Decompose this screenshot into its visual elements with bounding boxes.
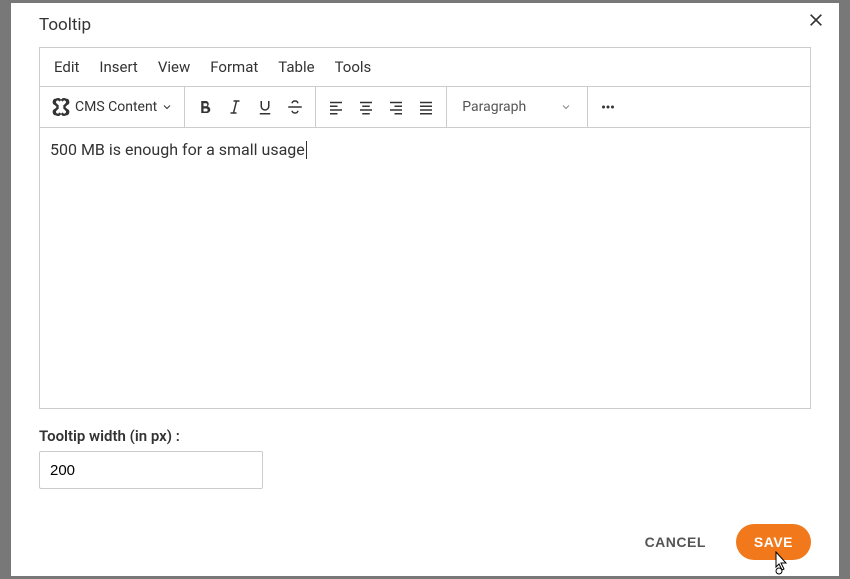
align-right-button[interactable] <box>381 92 411 122</box>
joomla-icon <box>51 97 71 117</box>
cms-content-label: CMS Content <box>75 99 157 115</box>
editor-text: 500 MB is enough for a small usage <box>50 140 307 159</box>
editor-menubar: Edit Insert View Format Table Tools <box>40 48 810 87</box>
tooltip-width-label: Tooltip width (in px) : <box>39 427 811 445</box>
dialog-body: Edit Insert View Format Table Tools <box>11 47 839 510</box>
strikethrough-button[interactable] <box>280 92 310 122</box>
format-select-label: Paragraph <box>462 99 526 115</box>
cms-content-button[interactable]: CMS Content <box>45 92 179 122</box>
editor-content[interactable]: 500 MB is enough for a small usage <box>40 128 810 408</box>
underline-button[interactable] <box>250 92 280 122</box>
more-toolbar-button[interactable] <box>593 92 623 122</box>
menu-edit[interactable]: Edit <box>54 58 79 76</box>
close-icon <box>808 12 824 28</box>
menu-format[interactable]: Format <box>210 58 258 76</box>
tooltip-width-input[interactable] <box>39 451 263 489</box>
dialog-header: Tooltip <box>11 3 839 47</box>
underline-icon <box>256 98 274 116</box>
dialog-footer: CANCEL SAVE <box>11 510 839 576</box>
strikethrough-icon <box>286 98 304 116</box>
cancel-button[interactable]: CANCEL <box>637 526 714 558</box>
bold-button[interactable] <box>190 92 220 122</box>
format-select[interactable]: Paragraph <box>452 99 582 115</box>
save-button[interactable]: SAVE <box>736 524 811 560</box>
align-left-icon <box>327 98 345 116</box>
more-icon <box>599 98 617 116</box>
align-right-icon <box>387 98 405 116</box>
align-center-button[interactable] <box>351 92 381 122</box>
bold-icon <box>196 98 214 116</box>
menu-insert[interactable]: Insert <box>99 58 137 76</box>
align-justify-button[interactable] <box>411 92 441 122</box>
align-left-button[interactable] <box>321 92 351 122</box>
close-button[interactable] <box>805 9 827 31</box>
rich-text-editor: Edit Insert View Format Table Tools <box>39 47 811 409</box>
align-justify-icon <box>417 98 435 116</box>
tooltip-width-row: Tooltip width (in px) : <box>39 427 811 489</box>
chevron-down-icon <box>560 101 572 113</box>
menu-table[interactable]: Table <box>278 58 314 76</box>
italic-icon <box>226 98 244 116</box>
tooltip-dialog: Tooltip Edit Insert View Format Table To… <box>10 2 840 577</box>
align-center-icon <box>357 98 375 116</box>
editor-toolbar: CMS Content <box>40 87 810 128</box>
dialog-title: Tooltip <box>39 9 91 35</box>
menu-tools[interactable]: Tools <box>335 58 372 76</box>
chevron-down-icon <box>161 101 173 113</box>
menu-view[interactable]: View <box>158 58 190 76</box>
italic-button[interactable] <box>220 92 250 122</box>
